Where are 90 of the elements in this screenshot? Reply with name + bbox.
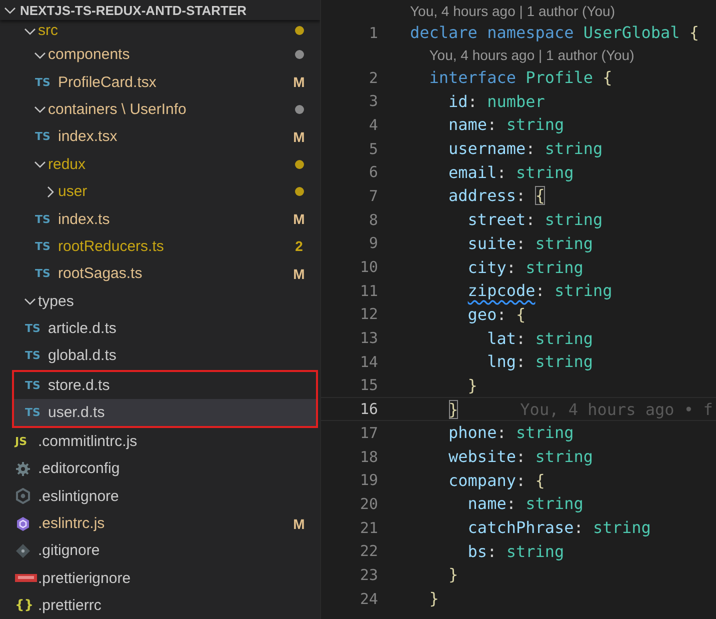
ts-file-icon: TS — [25, 350, 40, 362]
code-line: website: string — [448, 447, 594, 466]
braces-icon: {} — [15, 599, 34, 612]
code-line: catchPhrase: string — [466, 518, 651, 538]
ts-file-icon: TS — [25, 323, 40, 334]
code-line: } — [448, 400, 458, 419]
line-number: 9 — [368, 234, 379, 252]
code-line: } — [448, 565, 458, 584]
code-line: interface Profile { — [428, 68, 612, 88]
file-item[interactable]: TS rootSagas.ts M — [0, 260, 320, 288]
file-item[interactable]: TS index.tsx M — [0, 123, 320, 151]
line-number: 17 — [358, 424, 379, 442]
ts-file-icon: TS — [25, 406, 40, 418]
file-item[interactable]: TS rootReducers.ts 2 — [0, 232, 320, 260]
line-number: 12 — [358, 305, 379, 324]
file-item[interactable]: .prettierignore — [0, 564, 320, 592]
diamond-icon — [15, 542, 31, 559]
ts-file-icon: TS — [35, 240, 50, 252]
code-line: company: { — [448, 470, 545, 490]
line-number: 23 — [358, 566, 379, 584]
line-number: 5 — [368, 140, 379, 158]
blame-annotation: You, 4 hours ago • f — [520, 400, 713, 419]
line-number: 2 — [368, 68, 379, 87]
code-line: id: number — [448, 92, 545, 111]
file-item[interactable]: TS user.d.ts — [14, 398, 316, 426]
file-item[interactable]: .eslintignore — [0, 482, 320, 510]
line-number: 24 — [358, 590, 379, 608]
code-line: declare namespace UserGlobal { — [410, 23, 699, 42]
file-item[interactable]: TS store.d.ts — [14, 372, 316, 399]
folder-item[interactable]: containers \ UserInfo — [0, 96, 320, 124]
line-number: 10 — [358, 258, 379, 276]
code-line: street: string — [466, 210, 603, 230]
line-number: 3 — [368, 92, 379, 110]
folder-item[interactable]: types — [0, 288, 320, 315]
hexagon-ring-icon — [15, 488, 31, 504]
line-number: 7 — [368, 186, 379, 205]
folder-item[interactable]: components — [0, 41, 320, 68]
ts-file-icon: TS — [25, 380, 40, 391]
line-number: 6 — [368, 163, 379, 182]
line-number: 4 — [368, 116, 379, 134]
explorer-header[interactable]: NEXTJS-TS-REDUX-ANTD-STARTER — [0, 0, 320, 20]
hexagon-icon — [15, 516, 31, 532]
file-item[interactable]: .eslintrc.js M — [0, 510, 320, 538]
line-number: 18 — [358, 448, 379, 466]
file-item[interactable]: TS ProfileCard.tsx M — [0, 68, 320, 96]
codelens-text[interactable]: You, 4 hours ago | 1 author (You) — [410, 2, 615, 18]
line-number: 11 — [358, 282, 379, 300]
js-file-icon: JS — [15, 436, 28, 447]
code-line: name: string — [448, 115, 564, 134]
gear-icon — [15, 460, 31, 477]
file-item[interactable]: TS article.d.ts — [0, 314, 320, 342]
code-line: phone: string — [448, 423, 574, 442]
line-number: 20 — [358, 494, 379, 513]
line-number: 21 — [358, 518, 379, 537]
folder-item[interactable]: src — [0, 20, 320, 41]
codelens-text[interactable]: You, 4 hours ago | 1 author (You) — [429, 47, 634, 64]
file-item[interactable]: JS .commitlintrc.js — [0, 428, 320, 456]
code-line: suite: string — [466, 234, 594, 253]
line-number: 22 — [358, 542, 379, 560]
line-number: 19 — [358, 471, 379, 490]
ts-file-icon: TS — [35, 131, 50, 142]
code-line: bs: string — [466, 542, 564, 561]
code-line: email: string — [448, 162, 574, 182]
code-line: name: string — [466, 494, 584, 514]
file-item[interactable]: TS global.d.ts — [0, 342, 320, 370]
code-line: lat: string — [486, 328, 594, 348]
code-line: address: { — [448, 186, 545, 206]
file-item[interactable]: {} .prettierrc — [0, 592, 320, 619]
npm-icon — [15, 573, 37, 584]
code-line: username: string — [448, 139, 603, 158]
code-line: zipcode: string — [466, 281, 612, 300]
file-item[interactable]: TS index.ts M — [0, 205, 320, 233]
line-number: 13 — [358, 329, 379, 348]
line-number: 16 — [358, 400, 379, 418]
ts-file-icon: TS — [35, 214, 50, 225]
code-line: lng: string — [486, 352, 594, 372]
ts-file-icon: TS — [35, 76, 50, 88]
code-line: } — [466, 376, 478, 395]
code-line: city: string — [466, 258, 584, 277]
folder-item[interactable]: user — [0, 178, 320, 206]
code-line: } — [428, 589, 439, 608]
ts-file-icon: TS — [35, 268, 50, 280]
folder-item[interactable]: redux — [0, 150, 320, 178]
line-number: 8 — [368, 210, 379, 229]
line-number: 14 — [358, 352, 379, 371]
file-item[interactable]: .editorconfig — [0, 455, 320, 482]
file-item[interactable]: .gitignore — [0, 537, 320, 565]
code-line: geo: { — [466, 304, 526, 324]
line-number: 15 — [358, 376, 379, 394]
line-number: 1 — [368, 24, 379, 42]
